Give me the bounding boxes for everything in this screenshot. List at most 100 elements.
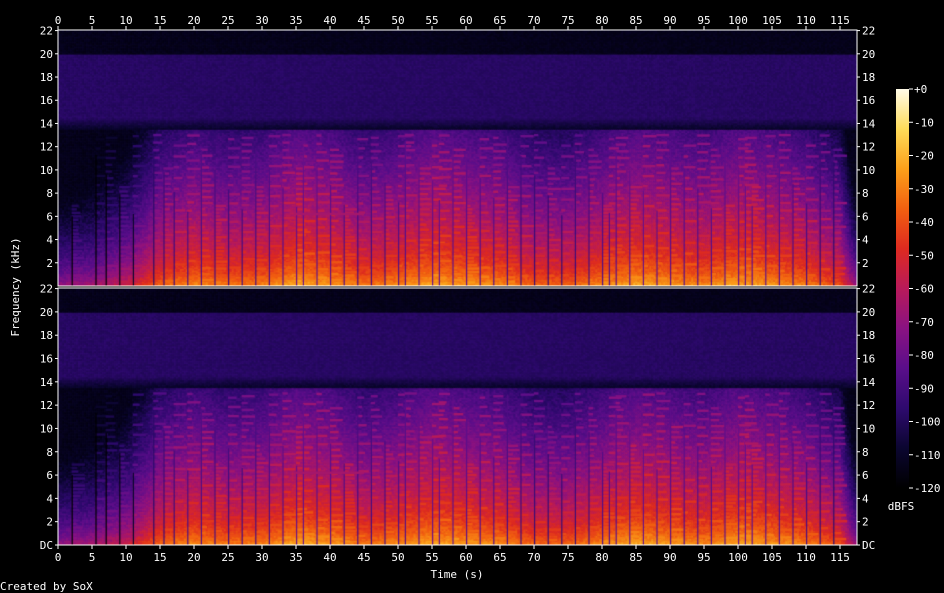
y-tick-label: 6	[862, 210, 869, 223]
x-tick-label: 75	[561, 551, 574, 564]
y-tick-label: 16	[40, 353, 53, 366]
colorbar-tick-label: -60	[914, 283, 934, 296]
y-tick-label: 2	[862, 257, 869, 270]
y-tick-label: 2	[862, 516, 869, 529]
y-tick-label: 20	[862, 48, 875, 61]
y-tick-label: 20	[40, 48, 53, 61]
x-tick-label: 65	[493, 14, 506, 27]
y-tick-label: 14	[40, 117, 54, 130]
x-tick-label: 5	[89, 551, 96, 564]
y-tick-label: 8	[862, 187, 869, 200]
x-tick-label: 20	[187, 14, 200, 27]
colorbar-tick-label: -20	[914, 150, 934, 163]
x-tick-label: 45	[357, 551, 370, 564]
y-tick-label: 18	[40, 71, 53, 84]
y-tick-label: 12	[862, 399, 875, 412]
y-tick-label: 4	[862, 492, 869, 505]
colorbar-tick-label: +0	[914, 83, 927, 96]
colorbar-tick-label: -30	[914, 183, 934, 196]
x-tick-label: 60	[459, 14, 472, 27]
x-tick-label: 85	[629, 14, 642, 27]
y-tick-label: 20	[862, 306, 875, 319]
y-tick-label: 4	[46, 492, 53, 505]
x-tick-label: 70	[527, 14, 540, 27]
x-tick-label: 15	[153, 551, 166, 564]
x-tick-label: 110	[796, 551, 816, 564]
x-tick-label: 35	[289, 14, 302, 27]
y-tick-label: 6	[862, 469, 869, 482]
y-tick-label: 16	[862, 94, 875, 107]
y-tick-label: 14	[40, 376, 54, 389]
colorbar-tick-label: -80	[914, 349, 934, 362]
x-tick-label: 75	[561, 14, 574, 27]
colorbar-unit: dBFS	[888, 500, 915, 513]
x-tick-label: 25	[221, 551, 234, 564]
y-tick-label: 22	[862, 283, 875, 296]
footer-credit: Created by SoX	[0, 580, 93, 593]
y-tick-label: 8	[46, 187, 53, 200]
y-tick-label: 14	[862, 376, 876, 389]
spectrogram-panel-2	[58, 288, 857, 545]
x-tick-label: 30	[255, 14, 268, 27]
y-tick-label: 22	[862, 25, 875, 38]
y-tick-label: DC	[40, 539, 53, 552]
colorbar-tick-label: -10	[914, 116, 934, 129]
y-tick-label: 18	[40, 329, 53, 342]
x-tick-label: 55	[425, 14, 438, 27]
x-tick-label: 25	[221, 14, 234, 27]
x-tick-label: 90	[663, 14, 676, 27]
x-tick-label: 0	[55, 14, 62, 27]
y-tick-label: 2	[46, 516, 53, 529]
colorbar-tick-label: -50	[914, 249, 934, 262]
x-tick-label: 100	[728, 14, 748, 27]
x-tick-label: 80	[595, 551, 608, 564]
x-tick-label: 40	[323, 551, 336, 564]
y-tick-label: 20	[40, 306, 53, 319]
y-tick-label: 8	[46, 446, 53, 459]
colorbar-tick-label: -40	[914, 216, 934, 229]
x-tick-label: 105	[762, 14, 782, 27]
y-tick-label: 14	[862, 117, 876, 130]
x-tick-label: 90	[663, 551, 676, 564]
x-tick-label: 45	[357, 14, 370, 27]
x-tick-label: 105	[762, 551, 782, 564]
y-tick-label: 18	[862, 329, 875, 342]
y-tick-label: 4	[862, 234, 869, 247]
x-tick-label: 95	[697, 14, 710, 27]
y-tick-label: 6	[46, 210, 53, 223]
x-tick-label: 40	[323, 14, 336, 27]
y-tick-label: 8	[862, 446, 869, 459]
x-tick-label: 30	[255, 551, 268, 564]
spectrogram-chart: 2 24 46 68 810 1012 1214 1416 1618 1820 2022 22DC DC…	[0, 14, 941, 593]
y-tick-label: 16	[40, 94, 53, 107]
x-tick-label: 65	[493, 551, 506, 564]
y-tick-label: 10	[40, 422, 53, 435]
y-tick-label: 6	[46, 469, 53, 482]
colorbar-tick-label: -90	[914, 382, 934, 395]
spectrogram-panel-1	[58, 30, 857, 286]
y-tick-label: 22	[40, 25, 53, 38]
x-tick-label: 0	[55, 551, 62, 564]
x-axis-label: Time (s)	[431, 568, 484, 581]
x-tick-label: 115	[830, 14, 850, 27]
colorbar-tick-label: -100	[914, 416, 941, 429]
colorbar-tick-label: -70	[914, 316, 934, 329]
y-tick-label: 10	[40, 164, 53, 177]
x-tick-label: 60	[459, 551, 472, 564]
colorbar-tick-label: -120	[914, 482, 941, 495]
x-tick-label: 80	[595, 14, 608, 27]
x-tick-label: 100	[728, 551, 748, 564]
x-tick-label: 115	[830, 551, 850, 564]
y-tick-label: 12	[40, 399, 53, 412]
y-tick-label: 10	[862, 422, 875, 435]
colorbar-scale	[896, 89, 909, 488]
x-tick-label: 50	[391, 14, 404, 27]
x-tick-label: 20	[187, 551, 200, 564]
y-tick-label: 18	[862, 71, 875, 84]
x-tick-label: 10	[119, 551, 132, 564]
x-tick-label: 50	[391, 551, 404, 564]
x-tick-label: 35	[289, 551, 302, 564]
y-tick-label: 16	[862, 353, 875, 366]
y-tick-label: 12	[40, 141, 53, 154]
x-tick-label: 15	[153, 14, 166, 27]
